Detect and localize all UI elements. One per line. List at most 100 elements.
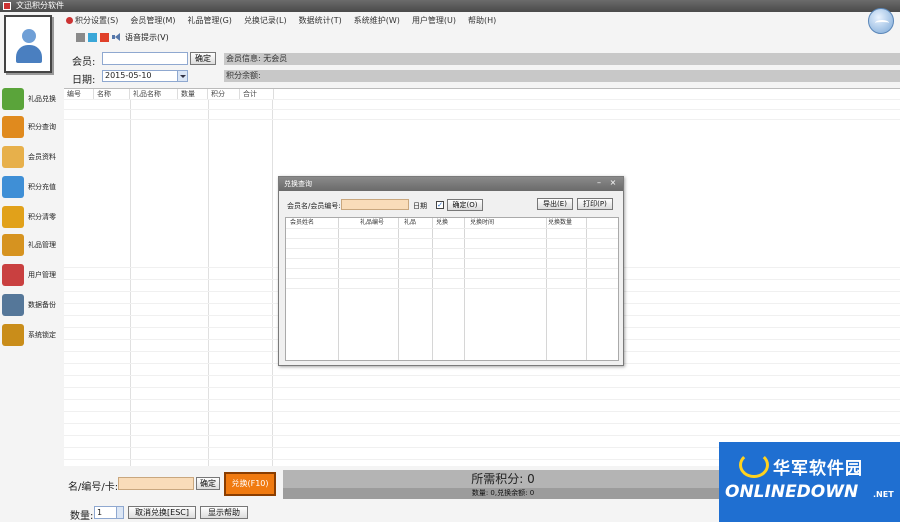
date-picker[interactable]: 2015-05-10	[102, 70, 188, 82]
dialog-col-divider	[432, 218, 433, 360]
nav-label: 数据备份	[28, 301, 56, 309]
minimize-icon[interactable]: –	[593, 179, 605, 188]
redeem-query-dialog: 兑换查询 – × 会员名/会员编号: 日期 ✓ 确定(O) 导出(E) 打印(P…	[278, 176, 624, 366]
nav-points-recharge[interactable]: 积分充值	[2, 174, 64, 200]
dialog-row-line	[286, 238, 618, 239]
nav-points-query[interactable]: 积分查询	[2, 114, 64, 140]
dialog-col-divider	[586, 218, 587, 360]
dialog-search-label: 会员名/会员编号:	[287, 202, 341, 210]
member-label: 会员:	[72, 57, 96, 68]
name-code-input[interactable]	[118, 477, 194, 490]
smile-logo-icon	[739, 452, 769, 478]
dialog-col-header[interactable]: 兑换	[436, 218, 448, 228]
quantity-stepper[interactable]: 1	[94, 506, 124, 519]
credit-card-icon	[2, 176, 24, 198]
member-confirm-button[interactable]: 确定	[190, 52, 216, 65]
menu-statistics[interactable]: 数据统计(T)	[297, 14, 344, 28]
dialog-confirm-button[interactable]: 确定(O)	[447, 199, 483, 211]
name-code-label: 名/编号/卡:	[68, 482, 119, 493]
redeem-button[interactable]: 兑换(F10)	[224, 472, 276, 496]
box-icon	[2, 116, 24, 138]
grid-col-header[interactable]: 编号	[64, 89, 94, 99]
site-watermark: 华军软件园 ONLINEDOWN .NET	[719, 442, 900, 522]
grid-row-line	[64, 387, 900, 388]
gray-color-button[interactable]	[76, 32, 85, 42]
dialog-col-header[interactable]: 兑换数量	[548, 218, 572, 228]
show-help-button[interactable]: 显示帮助	[200, 506, 248, 519]
dialog-results-grid[interactable]: 会员姓名 礼品编号 礼品 兑换 兑换时间 兑换数量	[285, 217, 619, 361]
nav-points-clear[interactable]: 积分清零	[2, 204, 64, 230]
watermark-suffix: .NET	[873, 490, 894, 499]
grid-col-header[interactable]: 名称	[94, 89, 130, 99]
blue-color-button[interactable]	[88, 32, 97, 42]
member-avatar	[4, 15, 52, 73]
nav-system-lock[interactable]: 系统锁定	[2, 322, 64, 348]
users-icon	[2, 264, 24, 286]
dialog-col-header[interactable]: 礼品	[404, 218, 416, 228]
grid-row-line	[64, 99, 900, 100]
speaker-icon[interactable]	[112, 33, 120, 41]
dialog-date-checkbox[interactable]: ✓	[436, 201, 444, 209]
menu-gift-management[interactable]: 礼品管理(G)	[185, 14, 233, 28]
gift-tag-icon	[2, 88, 24, 110]
dialog-export-button[interactable]: 导出(E)	[537, 198, 573, 210]
nav-label: 会员资料	[28, 153, 56, 161]
dialog-col-divider	[546, 218, 547, 360]
dialog-row-line	[286, 258, 618, 259]
window-title: 文迅积分软件	[16, 1, 64, 10]
member-info-bar: 会员信息: 无会员	[224, 53, 900, 65]
nav-gift-manage[interactable]: 礼品管理	[2, 232, 64, 258]
nav-label: 礼品管理	[28, 241, 56, 249]
grid-row-line	[64, 375, 900, 376]
dialog-col-header[interactable]: 兑换时间	[470, 218, 494, 228]
required-points-display: 所需积分: 0	[283, 470, 723, 488]
pencil-icon	[2, 206, 24, 228]
menu-app-icon	[66, 17, 73, 24]
dialog-col-divider	[398, 218, 399, 360]
close-icon[interactable]: ×	[607, 179, 619, 188]
grid-row-line	[64, 411, 900, 412]
watermark-chinese: 华军软件园	[773, 459, 863, 479]
grid-col-header[interactable]: 积分	[208, 89, 240, 99]
dialog-col-header[interactable]: 礼品编号	[360, 218, 384, 228]
nav-member-info[interactable]: 会员资料	[2, 144, 64, 170]
nav-label: 积分清零	[28, 213, 56, 221]
app-icon	[3, 2, 11, 10]
dialog-print-button[interactable]: 打印(P)	[577, 198, 613, 210]
grid-col-header[interactable]: 数量	[178, 89, 208, 99]
menu-redeem-records[interactable]: 兑换记录(L)	[242, 14, 289, 28]
nav-user-manage[interactable]: 用户管理	[2, 262, 64, 288]
menu-help[interactable]: 帮助(H)	[466, 14, 498, 28]
member-input[interactable]	[102, 52, 188, 65]
quantity-value: 1	[97, 508, 103, 517]
card-info-bar: 积分余额:	[224, 70, 900, 82]
house-icon	[2, 294, 24, 316]
cancel-redeem-button[interactable]: 取消兑换[ESC]	[128, 506, 196, 519]
voice-toggle-label[interactable]: 语音提示(V)	[125, 32, 169, 43]
nav-gift-redeem[interactable]: 礼品兑换	[2, 86, 64, 112]
menu-bar: 积分设置(S) 会员管理(M) 礼品管理(G) 兑换记录(L) 数据统计(T) …	[64, 14, 498, 28]
coins-icon	[2, 234, 24, 256]
watermark-english: ONLINEDOWN	[725, 482, 859, 502]
chevron-down-icon[interactable]	[177, 71, 187, 81]
dialog-title: 兑换查询	[284, 180, 312, 188]
date-label: 日期:	[72, 75, 96, 86]
dialog-search-input[interactable]	[341, 199, 409, 210]
menu-user-management[interactable]: 用户管理(U)	[410, 14, 458, 28]
dialog-title-bar[interactable]: 兑换查询 – ×	[279, 177, 623, 191]
bottom-confirm-button[interactable]: 确定	[196, 477, 220, 490]
dialog-col-header[interactable]: 会员姓名	[290, 218, 314, 228]
red-color-button[interactable]	[100, 32, 109, 42]
menu-system-maintenance[interactable]: 系统维护(W)	[352, 14, 402, 28]
grid-col-header[interactable]: 合计	[240, 89, 274, 99]
grid-col-header[interactable]: 礼品名称	[130, 89, 178, 99]
dialog-date-label: 日期	[413, 202, 427, 210]
menu-member-management[interactable]: 会员管理(M)	[128, 14, 177, 28]
member-card-icon	[2, 146, 24, 168]
nav-label: 积分充值	[28, 183, 56, 191]
date-value: 2015-05-10	[105, 71, 152, 80]
dialog-row-line	[286, 288, 618, 289]
menu-points-settings[interactable]: 积分设置(S)	[64, 14, 120, 28]
nav-data-backup[interactable]: 数据备份	[2, 292, 64, 318]
spinner-arrows-icon[interactable]	[116, 507, 123, 518]
